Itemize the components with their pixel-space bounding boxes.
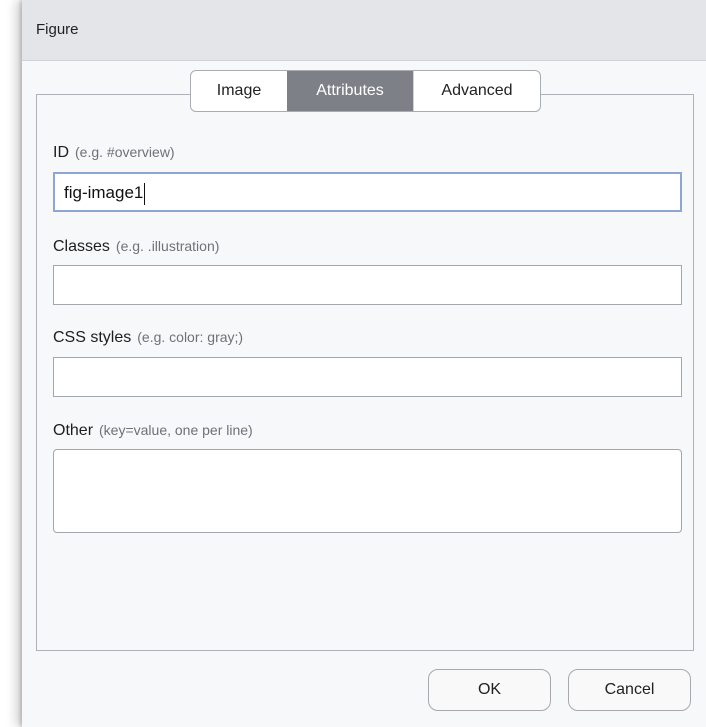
figure-dialog: Figure Image Attributes Advanced ID (e.g.… [22, 0, 706, 727]
id-input[interactable]: fig-image1 [53, 172, 682, 212]
css-field-label: CSS styles (e.g. color: gray;) [53, 329, 243, 347]
css-label: CSS styles [53, 329, 132, 346]
classes-hint: (e.g. .illustration) [115, 238, 220, 254]
ok-button[interactable]: OK [428, 669, 551, 711]
other-textarea[interactable] [53, 449, 682, 533]
id-field-label: ID (e.g. #overview) [53, 144, 175, 162]
tab-attributes[interactable]: Attributes [287, 71, 413, 111]
id-hint: (e.g. #overview) [75, 144, 175, 160]
tab-bar: Image Attributes Advanced [190, 70, 541, 112]
classes-label: Classes [53, 238, 110, 255]
classes-field-label: Classes (e.g. .illustration) [53, 238, 219, 256]
text-caret [144, 182, 146, 205]
tab-image[interactable]: Image [191, 71, 287, 111]
tab-advanced[interactable]: Advanced [413, 71, 540, 111]
css-hint: (e.g. color: gray;) [137, 329, 244, 345]
id-input-value: fig-image1 [64, 183, 144, 202]
other-label: Other [53, 422, 94, 439]
id-label: ID [53, 144, 69, 161]
classes-input[interactable] [53, 265, 682, 305]
cancel-button[interactable]: Cancel [568, 669, 691, 711]
other-field-label: Other (key=value, one per line) [53, 422, 253, 440]
other-hint: (key=value, one per line) [99, 422, 253, 438]
css-styles-input[interactable] [53, 357, 682, 397]
dialog-title: Figure [36, 21, 79, 38]
title-bar: Figure [22, 0, 706, 61]
